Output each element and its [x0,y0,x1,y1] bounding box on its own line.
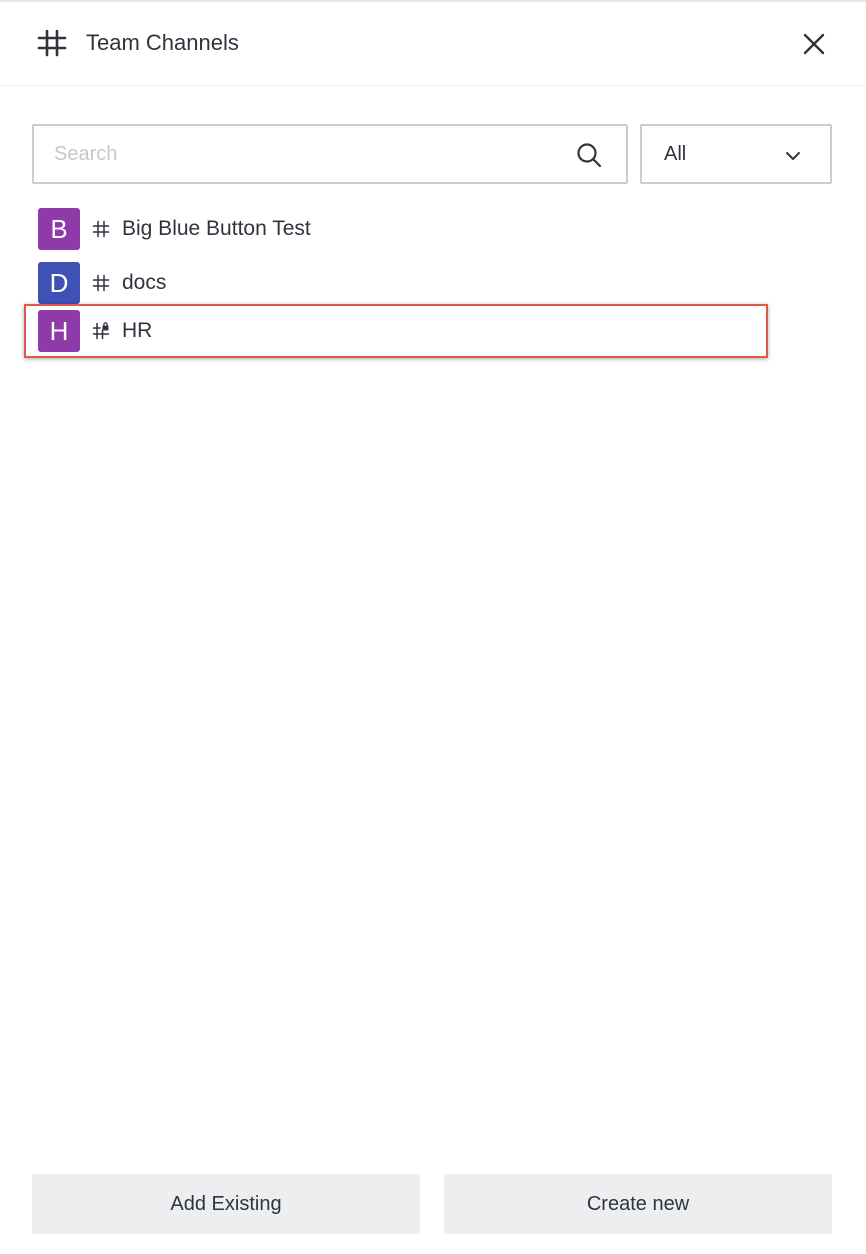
create-new-button[interactable]: Create new [444,1174,832,1234]
add-existing-button[interactable]: Add Existing [32,1174,420,1234]
avatar: H [38,310,80,352]
hash-icon [92,220,110,238]
channel-item-docs[interactable]: D docs [24,256,768,310]
filter-selected-value: All [664,143,687,165]
channel-item-hr[interactable]: H HR [24,304,768,358]
private-hash-lock-icon [92,322,110,340]
search-icon[interactable] [576,142,602,168]
channel-name: Big Blue Button Test [122,217,311,240]
avatar: D [38,262,80,304]
close-icon[interactable] [800,30,828,58]
hash-icon [92,274,110,292]
search-input[interactable] [54,140,554,168]
search-box[interactable] [32,124,628,184]
chevron-down-icon [786,152,800,160]
channel-name: HR [122,319,153,342]
channel-item-big-blue-button-test[interactable]: B Big Blue Button Test [24,202,768,256]
channel-name: docs [122,271,167,294]
avatar: B [38,208,80,250]
panel-header: Team Channels [0,2,866,86]
team-channels-panel: Team Channels All B [0,0,866,1254]
panel-title: Team Channels [86,30,239,55]
type-filter-select[interactable]: All [640,124,832,184]
hash-icon [37,29,67,57]
